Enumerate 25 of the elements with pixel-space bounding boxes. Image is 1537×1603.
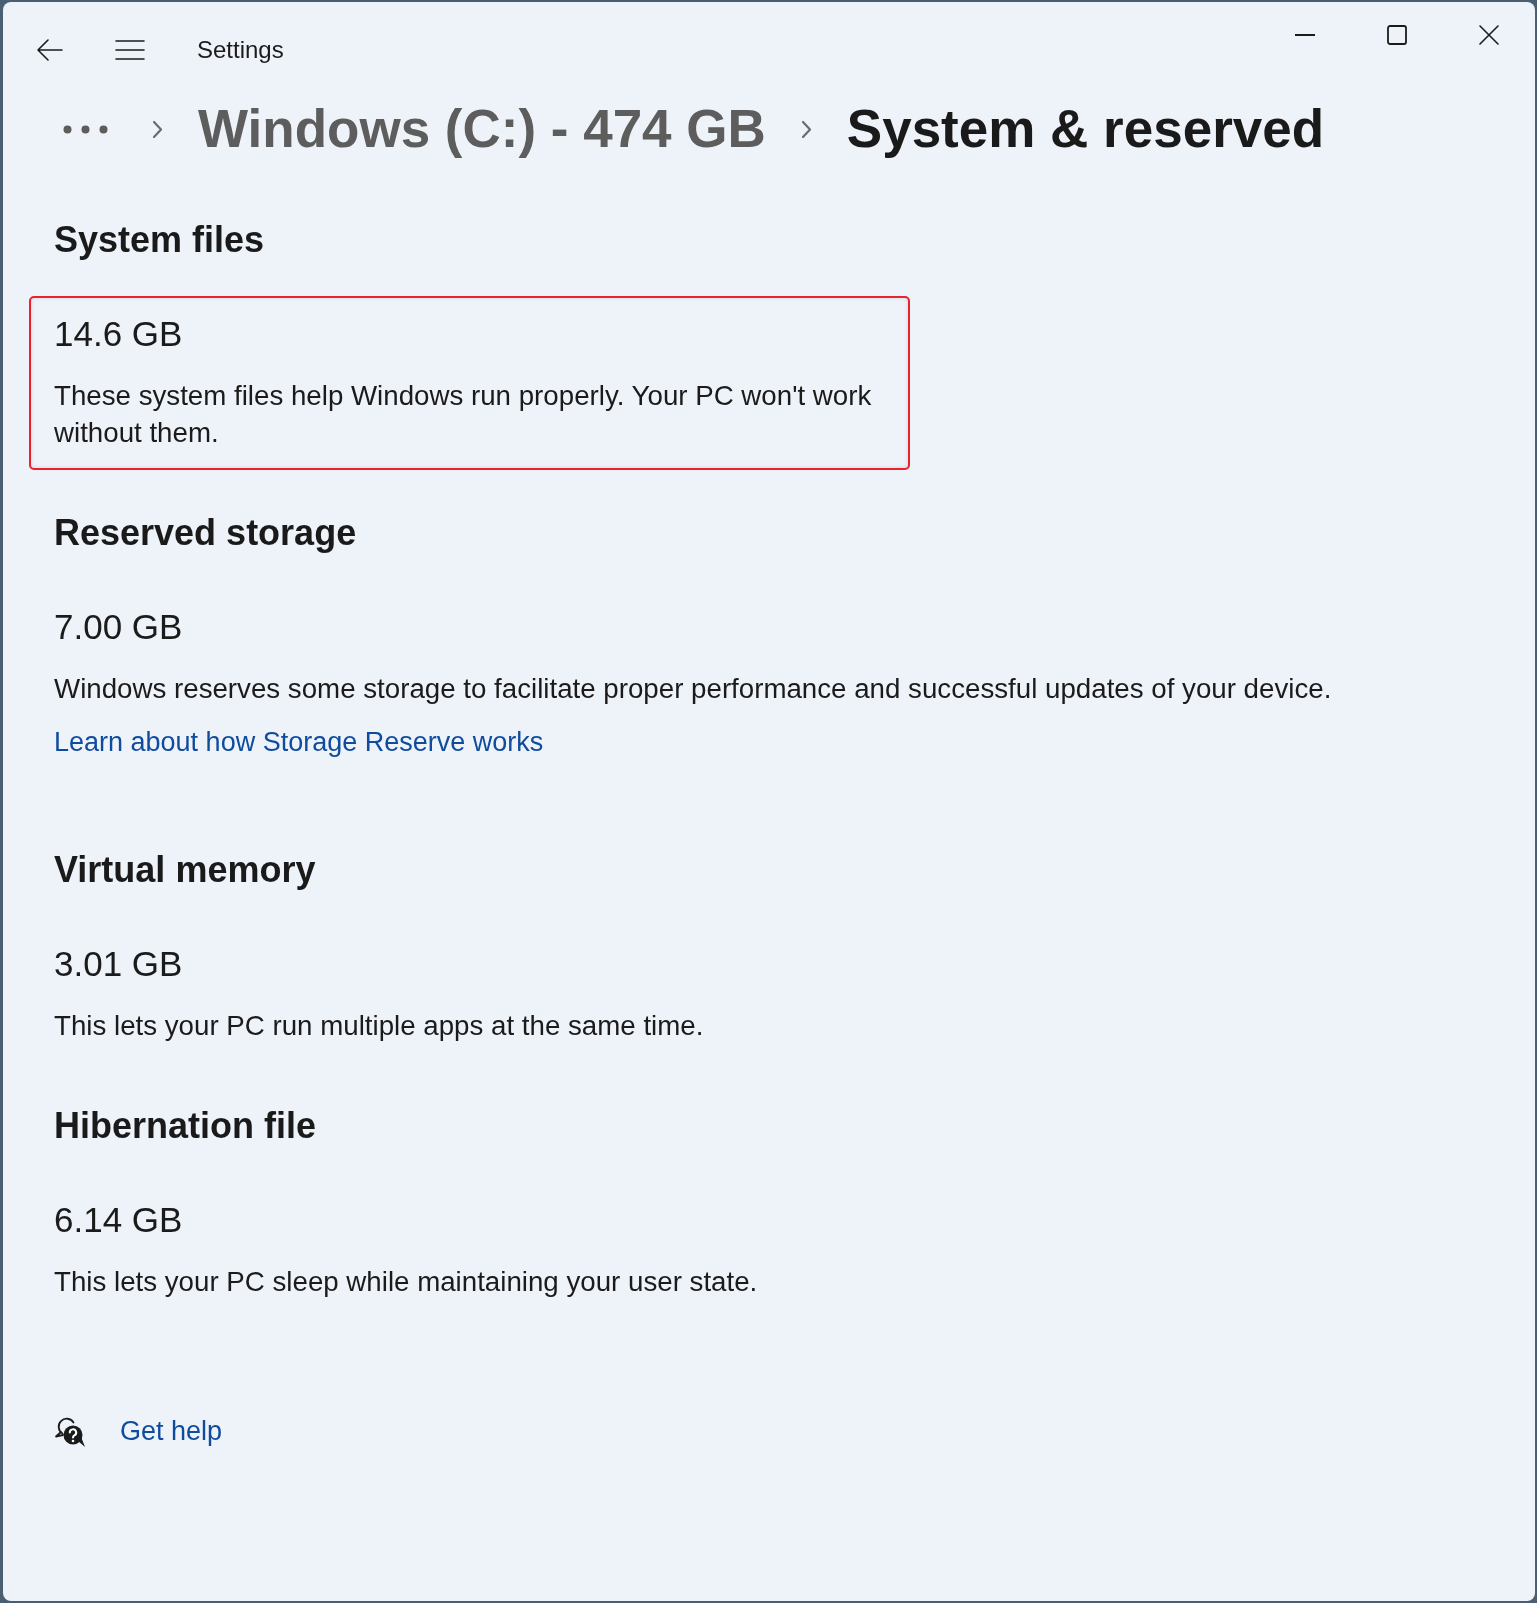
- section-heading: System files: [54, 218, 265, 262]
- description-text: Windows reserves some storage to facilitate proper performance and successful updates of your device.: [54, 672, 1332, 706]
- section-heading: Reserved storage: [54, 511, 357, 555]
- size-value: 3.01 GB: [54, 943, 183, 985]
- page-title: System & reserved: [846, 101, 1325, 157]
- back-arrow-icon[interactable]: [37, 38, 63, 61]
- menu-icon[interactable]: [115, 39, 145, 60]
- chevron-right-icon: [800, 119, 812, 139]
- size-value: 14.6 GB: [54, 313, 183, 355]
- description-text: This lets your PC sleep while maintaining your user state.: [54, 1265, 758, 1299]
- learn-more-link[interactable]: Learn about how Storage Reserve works: [54, 724, 544, 761]
- help-chat-icon: [54, 1415, 86, 1448]
- description-text: These system files help Windows run properly. Your PC won't work without them.: [54, 379, 873, 450]
- size-value: 6.14 GB: [54, 1199, 183, 1241]
- window-title: Settings: [197, 34, 284, 65]
- description-text: This lets your PC run multiple apps at the same time.: [54, 1009, 704, 1043]
- section-heading: Virtual memory: [54, 848, 316, 892]
- size-value: 7.00 GB: [54, 606, 183, 648]
- breadcrumb-link[interactable]: Windows (C:) - 474 GB: [198, 101, 766, 157]
- maximize-icon[interactable]: [1387, 25, 1407, 45]
- close-icon[interactable]: [1479, 25, 1499, 45]
- more-icon[interactable]: [63, 124, 108, 134]
- get-help-link[interactable]: Get help: [120, 1413, 223, 1450]
- chevron-right-icon: [152, 119, 163, 139]
- section-heading: Hibernation file: [54, 1104, 317, 1148]
